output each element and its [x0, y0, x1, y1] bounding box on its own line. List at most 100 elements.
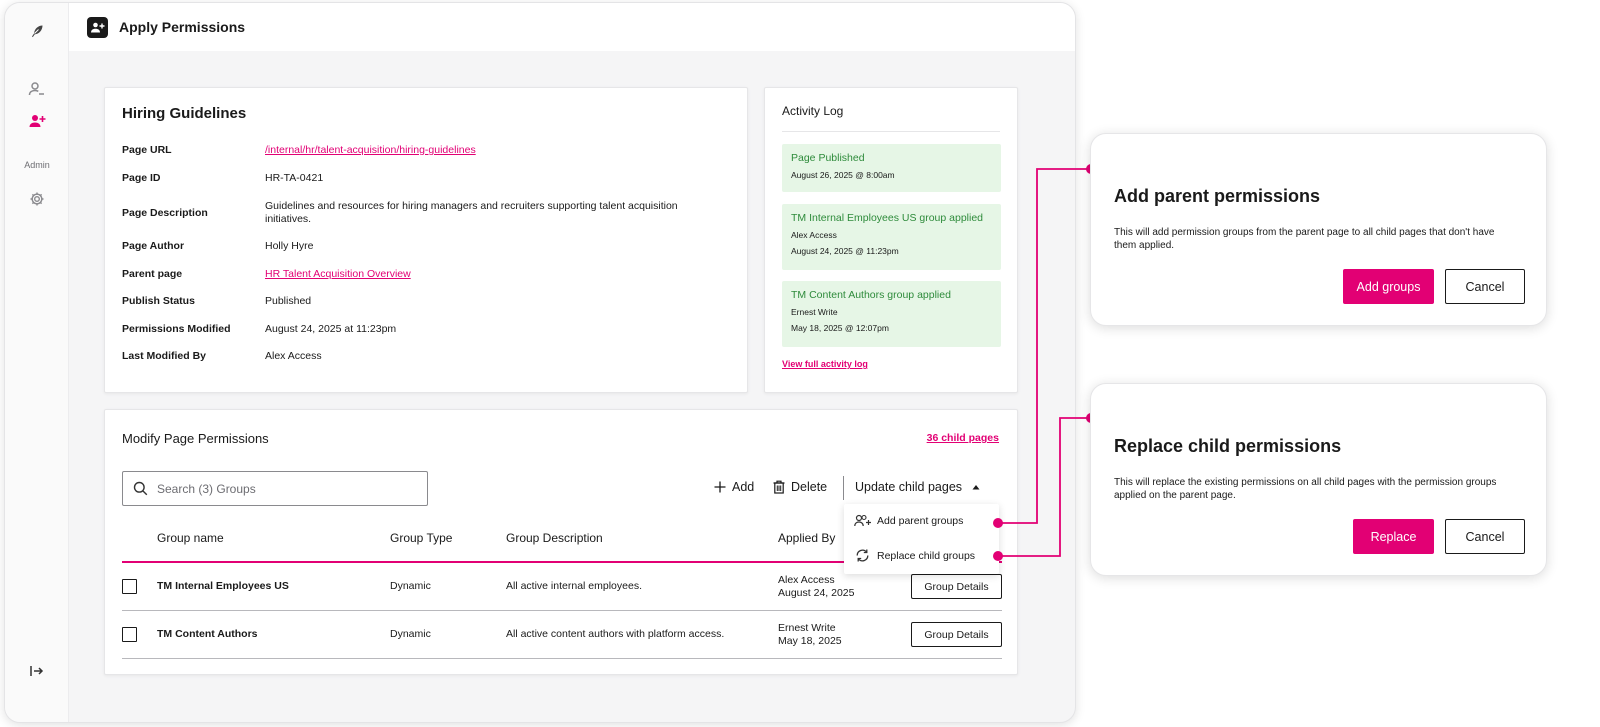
feather-logo-icon[interactable]	[25, 19, 49, 43]
activity-log-title: Activity Log	[782, 104, 844, 118]
parent-page-link[interactable]: HR Talent Acquisition Overview	[265, 268, 715, 281]
dialog-title: Add parent permissions	[1114, 186, 1321, 206]
sync-icon	[854, 548, 871, 563]
view-full-activity-log-link[interactable]: View full activity log	[782, 359, 868, 369]
admin-section-label: Admin	[24, 160, 50, 170]
group-details-button[interactable]: Group Details	[911, 574, 1002, 599]
detail-value: HR-TA-0421	[265, 172, 324, 184]
activity-item-title: Page Published	[791, 152, 865, 164]
detail-label: Page Description	[122, 206, 208, 219]
detail-row-description: Page Description Guidelines and resource…	[122, 200, 715, 226]
group-description: All active content authors with platform…	[506, 628, 725, 640]
detail-row-author: Page Author Holly Hyre	[122, 240, 715, 253]
activity-item: TM Content Authors group applied Ernest …	[782, 281, 1001, 347]
activity-item-title: TM Content Authors group applied	[791, 289, 951, 301]
detail-label: Publish Status	[122, 295, 195, 307]
detail-row-parent: Parent page HR Talent Acquisition Overvi…	[122, 268, 715, 281]
detail-row-id: Page ID HR-TA-0421	[122, 172, 715, 185]
applied-by-date: August 24, 2025	[778, 587, 855, 599]
detail-label: Last Modified By	[122, 350, 207, 362]
activity-item-user: Ernest Write	[791, 307, 838, 317]
menu-item-label: Add parent groups	[877, 514, 964, 527]
detail-row-last-modified: Last Modified By Alex Access	[122, 350, 715, 363]
search-input-wrapper[interactable]	[122, 471, 428, 506]
applied-by-user: Ernest Write	[778, 622, 836, 634]
caret-up-icon	[972, 484, 980, 490]
detail-value: Published	[265, 295, 312, 307]
trash-icon	[773, 480, 785, 494]
detail-label: Parent page	[122, 268, 183, 280]
dialog-body: This will replace the existing permissio…	[1114, 477, 1497, 501]
child-pages-link[interactable]: 36 child pages	[927, 432, 999, 444]
update-child-dropdown: Add parent groups Replace child groups	[844, 504, 999, 574]
dialog-title: Replace child permissions	[1114, 436, 1342, 456]
activity-item: TM Internal Employees US group applied A…	[782, 204, 1001, 270]
side-rail: Admin	[5, 3, 69, 722]
top-bar: Apply Permissions	[69, 3, 1075, 51]
app-window: Admin Apply Permissions Hiring Guideline…	[4, 2, 1076, 723]
row-checkbox[interactable]	[122, 627, 137, 642]
activity-item-user: Alex Access	[791, 230, 837, 240]
group-name: TM Internal Employees US	[157, 580, 289, 592]
detail-label: Page ID	[122, 172, 161, 184]
detail-row-status: Publish Status Published	[122, 295, 715, 308]
detail-label: Permissions Modified	[122, 323, 231, 335]
group-name: TM Content Authors	[157, 628, 258, 640]
column-header-applied-by[interactable]: Applied By	[778, 531, 835, 545]
gear-icon[interactable]	[25, 187, 49, 211]
detail-row-url: Page URL /internal/hr/talent-acquisition…	[122, 144, 715, 157]
cancel-button[interactable]: Cancel	[1445, 269, 1525, 304]
cancel-button[interactable]: Cancel	[1445, 519, 1525, 554]
group-details-button[interactable]: Group Details	[911, 622, 1002, 647]
group-type: Dynamic	[390, 580, 431, 592]
table-row: TM Content Authors Dynamic All active co…	[122, 611, 1002, 659]
detail-label: Page URL	[122, 144, 172, 156]
add-person-icon	[854, 514, 871, 527]
column-header-group-name[interactable]: Group name	[157, 531, 224, 545]
menu-item-label: Replace child groups	[877, 549, 976, 562]
add-parent-permissions-dialog: Add parent permissions This will add per…	[1090, 133, 1547, 326]
detail-row-permissions-modified: Permissions Modified August 24, 2025 at …	[122, 323, 715, 336]
add-button[interactable]: Add	[714, 480, 754, 494]
permissions-title: Modify Page Permissions	[122, 431, 269, 446]
detail-value: August 24, 2025 at 11:23pm	[265, 323, 397, 335]
group-type: Dynamic	[390, 628, 431, 640]
add-user-icon[interactable]	[25, 109, 49, 133]
applied-by-user: Alex Access	[778, 574, 835, 586]
delete-button[interactable]: Delete	[773, 480, 827, 494]
activity-item: Page Published August 26, 2025 @ 8:00am	[782, 144, 1001, 192]
plus-icon	[714, 481, 726, 493]
add-groups-button[interactable]: Add groups	[1343, 269, 1434, 304]
detail-label: Page Author	[122, 240, 185, 252]
search-icon	[133, 481, 148, 496]
add-person-icon	[87, 16, 108, 38]
collapse-sidebar-icon[interactable]	[25, 659, 49, 683]
applied-by-date: May 18, 2025	[778, 635, 842, 647]
activity-log-card: Activity Log Page Published August 26, 2…	[764, 87, 1018, 393]
details-title: Hiring Guidelines	[122, 105, 247, 122]
dialog-body: This will add permission groups from the…	[1114, 227, 1495, 251]
activity-item-title: TM Internal Employees US group applied	[791, 212, 984, 224]
update-child-pages-button[interactable]: Update child pages	[855, 480, 980, 494]
column-header-group-description[interactable]: Group Description	[506, 531, 603, 545]
activity-item-time: August 24, 2025 @ 11:23pm	[791, 246, 899, 256]
update-child-pages-label: Update child pages	[855, 480, 963, 494]
delete-button-label: Delete	[791, 480, 828, 494]
divider	[782, 131, 1000, 132]
replace-child-permissions-dialog: Replace child permissions This will repl…	[1090, 383, 1547, 576]
detail-value: Alex Access	[265, 350, 322, 362]
detail-value: Holly Hyre	[265, 240, 314, 252]
menu-item-replace-child-groups[interactable]: Replace child groups	[854, 548, 975, 563]
menu-item-add-parent-groups[interactable]: Add parent groups	[854, 514, 963, 527]
replace-button[interactable]: Replace	[1353, 519, 1434, 554]
user-permissions-icon[interactable]	[25, 77, 49, 101]
toolbar-divider	[843, 476, 844, 500]
page-url-link[interactable]: /internal/hr/talent-acquisition/hiring-g…	[265, 144, 715, 157]
row-checkbox[interactable]	[122, 579, 137, 594]
detail-value: Guidelines and resources for hiring mana…	[265, 200, 678, 225]
search-input[interactable]	[157, 481, 397, 496]
add-button-label: Add	[732, 480, 755, 494]
activity-item-time: August 26, 2025 @ 8:00am	[791, 170, 895, 180]
column-header-group-type[interactable]: Group Type	[390, 531, 452, 545]
group-description: All active internal employees.	[506, 580, 642, 592]
